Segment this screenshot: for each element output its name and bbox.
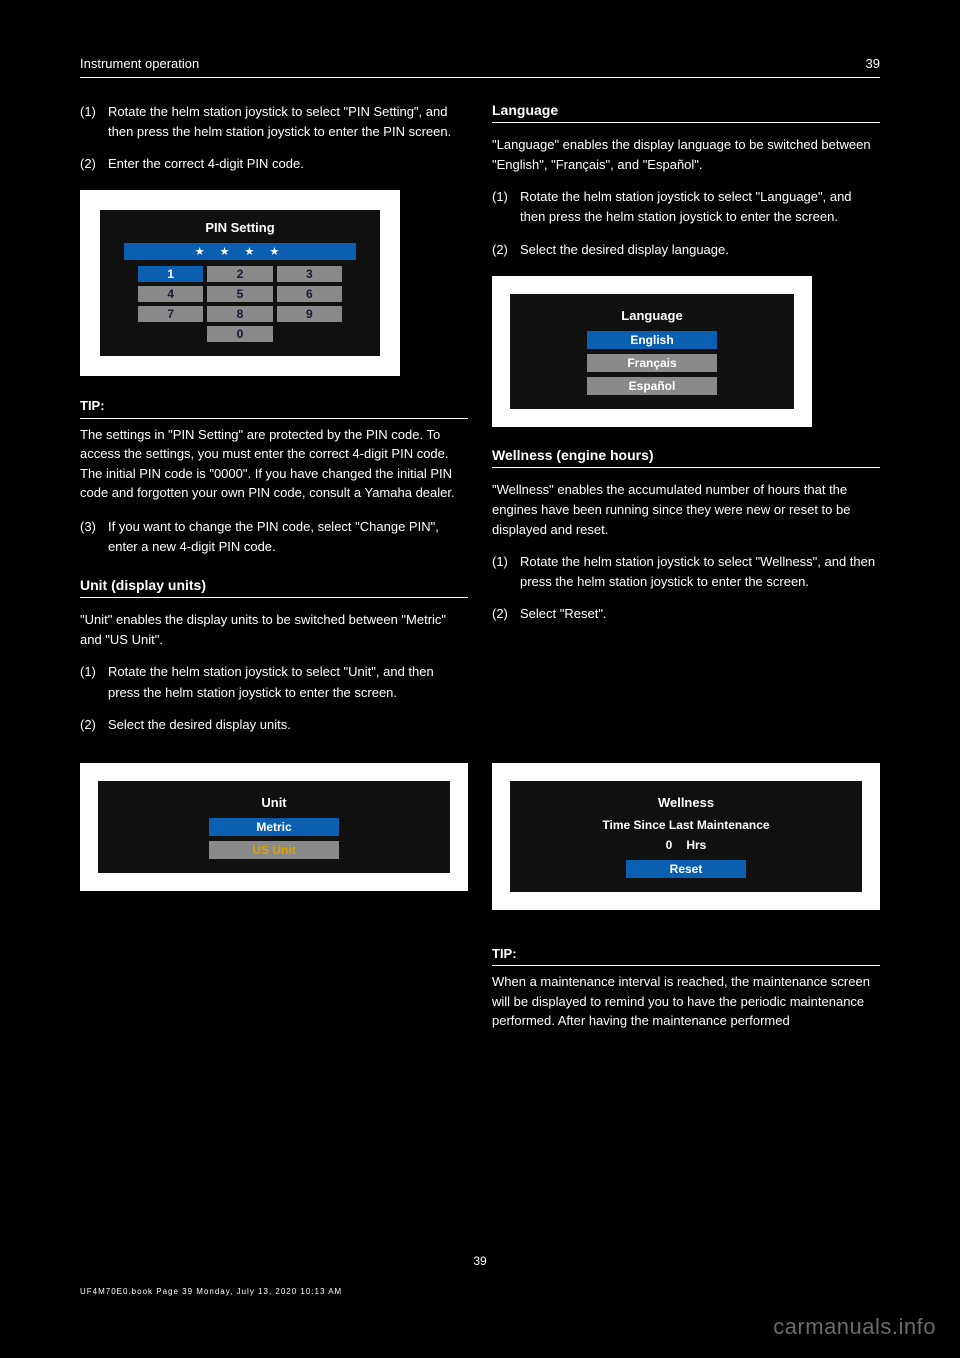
page-number-top: 39 (866, 56, 880, 71)
instruction-step: (2) Select the desired display units. (80, 715, 468, 735)
wellness-hours-value: 0 (666, 838, 673, 852)
page-number-bottom: 39 (0, 1254, 960, 1268)
step-text: Rotate the helm station joystick to sele… (520, 187, 880, 227)
body-paragraph: "Wellness" enables the accumulated numbe… (492, 480, 880, 540)
step-text: Select "Reset". (520, 604, 880, 624)
step-number: (2) (492, 240, 520, 260)
step-number: (2) (80, 154, 108, 174)
step-number: (1) (492, 552, 520, 592)
step-text: Enter the correct 4-digit PIN code. (108, 154, 468, 174)
screenshot-wellness: Wellness Time Since Last Maintenance 0 H… (492, 763, 880, 910)
tip-title: TIP: (80, 398, 105, 413)
instruction-step: (2) Select "Reset". (492, 604, 880, 624)
step-number: (2) (492, 604, 520, 624)
keypad-key-7[interactable]: 7 (138, 306, 203, 322)
header-rule (80, 77, 880, 78)
unit-option-metric[interactable]: Metric (209, 818, 339, 836)
keypad-key-3[interactable]: 3 (277, 266, 342, 282)
section-heading-wellness: Wellness (engine hours) (492, 447, 880, 468)
section-heading-unit: Unit (display units) (80, 577, 468, 598)
instruction-step: (1) Rotate the helm station joystick to … (80, 102, 468, 142)
body-paragraph: "Unit" enables the display units to be s… (80, 610, 468, 650)
instruction-step: (1) Rotate the helm station joystick to … (492, 552, 880, 592)
step-number: (1) (80, 662, 108, 702)
wellness-subtitle: Time Since Last Maintenance (528, 818, 844, 832)
step-number: (2) (80, 715, 108, 735)
keypad-key-0[interactable]: 0 (207, 326, 272, 342)
instruction-step: (2) Select the desired display language. (492, 240, 880, 260)
tip-block: TIP: The settings in "PIN Setting" are p… (80, 396, 468, 503)
step-text: Rotate the helm station joystick to sele… (108, 102, 468, 142)
screen-title: Wellness (528, 795, 844, 810)
screenshot-language: Language English Français Español (492, 276, 812, 427)
step-number: (1) (80, 102, 108, 142)
unit-option-us[interactable]: US Unit (209, 841, 339, 859)
screenshot-unit: Unit Metric US Unit (80, 763, 468, 891)
lang-option-espanol[interactable]: Español (587, 377, 717, 395)
step-text: Select the desired display language. (520, 240, 880, 260)
tip-body: When a maintenance interval is reached, … (492, 974, 870, 1028)
wellness-reset-button[interactable]: Reset (626, 860, 746, 878)
print-footer: UF4M70E0.book Page 39 Monday, July 13, 2… (80, 1287, 342, 1296)
keypad-key-2[interactable]: 2 (207, 266, 272, 282)
pin-display: ★ ★ ★ ★ (124, 243, 356, 260)
screen-title: Unit (116, 795, 432, 810)
step-text: Select the desired display units. (108, 715, 468, 735)
lang-option-francais[interactable]: Français (587, 354, 717, 372)
tip-block: TIP: When a maintenance interval is reac… (492, 944, 880, 1031)
tip-title: TIP: (492, 946, 517, 961)
keypad-key-8[interactable]: 8 (207, 306, 272, 322)
step-text: Rotate the helm station joystick to sele… (108, 662, 468, 702)
body-paragraph: "Language" enables the display language … (492, 135, 880, 175)
watermark: carmanuals.info (773, 1314, 936, 1340)
section-title: Instrument operation (80, 56, 199, 71)
tip-rule (80, 418, 468, 419)
keypad: 1 2 3 4 5 6 7 8 9 0 (118, 266, 362, 342)
tip-rule (492, 965, 880, 966)
keypad-key-9[interactable]: 9 (277, 306, 342, 322)
instruction-step: (2) Enter the correct 4-digit PIN code. (80, 154, 468, 174)
screenshot-pin: PIN Setting ★ ★ ★ ★ 1 2 3 4 5 6 7 8 9 0 (80, 190, 400, 376)
section-heading-language: Language (492, 102, 880, 123)
wellness-hours-unit: Hrs (686, 838, 706, 852)
step-text: If you want to change the PIN code, sele… (108, 517, 468, 557)
screen-title: Language (528, 308, 776, 323)
keypad-key-6[interactable]: 6 (277, 286, 342, 302)
instruction-step: (3) If you want to change the PIN code, … (80, 517, 468, 557)
keypad-key-5[interactable]: 5 (207, 286, 272, 302)
keypad-key-4[interactable]: 4 (138, 286, 203, 302)
instruction-step: (1) Rotate the helm station joystick to … (80, 662, 468, 702)
wellness-hours-row: 0 Hrs (528, 838, 844, 852)
tip-body: The settings in "PIN Setting" are protec… (80, 427, 455, 501)
screen-title: PIN Setting (118, 220, 362, 235)
lang-option-english[interactable]: English (587, 331, 717, 349)
instruction-step: (1) Rotate the helm station joystick to … (492, 187, 880, 227)
step-number: (1) (492, 187, 520, 227)
keypad-key-1[interactable]: 1 (138, 266, 203, 282)
step-number: (3) (80, 517, 108, 557)
step-text: Rotate the helm station joystick to sele… (520, 552, 880, 592)
